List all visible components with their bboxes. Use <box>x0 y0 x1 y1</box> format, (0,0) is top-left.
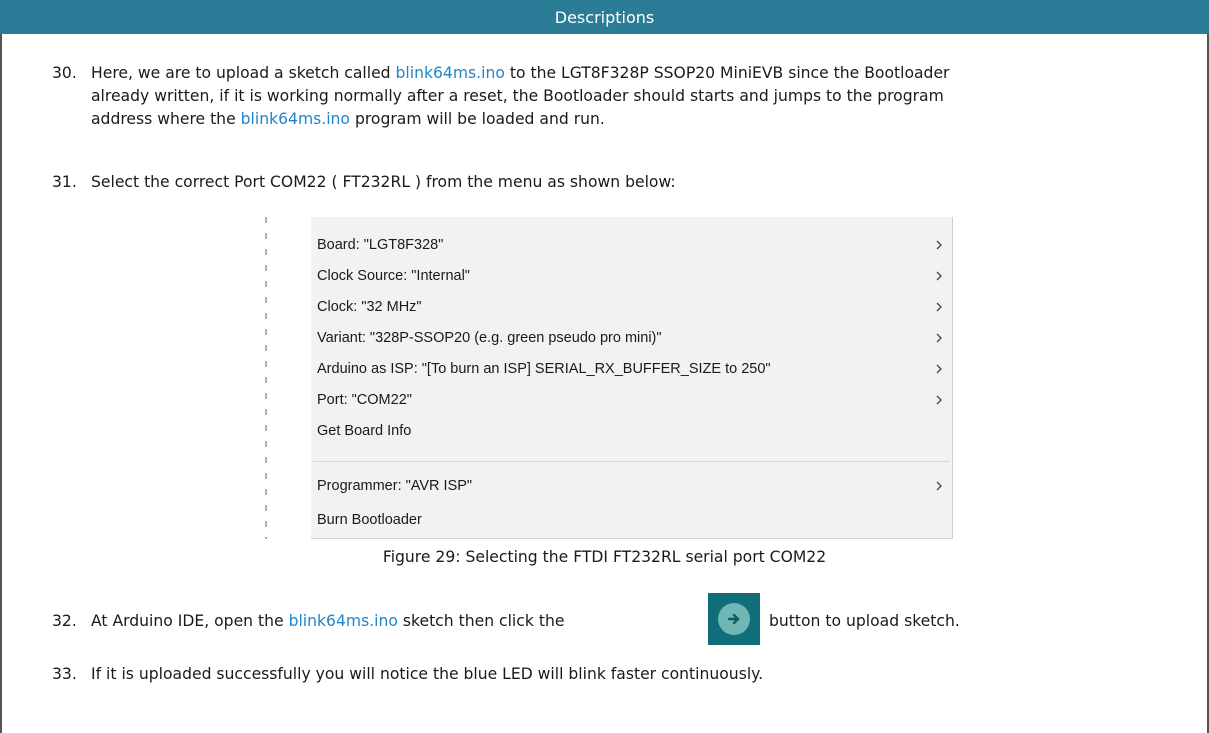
menu-item-port[interactable]: Port: "COM22" <box>317 384 952 416</box>
chevron-right-icon <box>936 364 942 374</box>
step-text: sketch then click the <box>397 612 565 630</box>
menu-item-label: Port: "COM22" <box>317 392 412 408</box>
chevron-right-icon <box>936 240 942 250</box>
menu-item-programmer[interactable]: Programmer: "AVR ISP" <box>317 470 952 502</box>
step-text: At Arduino IDE, open the <box>91 612 289 630</box>
menu-item-label: Clock Source: "Internal" <box>317 268 470 284</box>
step-33: 33. If it is uploaded successfully you w… <box>52 663 1152 686</box>
menu-item-get-board-info[interactable]: Get Board Info <box>317 415 952 447</box>
chevron-right-icon <box>936 271 942 281</box>
menu-item-arduino-as-isp[interactable]: Arduino as ISP: "[To burn an ISP] SERIAL… <box>317 353 952 385</box>
menu-item-label: Burn Bootloader <box>317 512 422 528</box>
chevron-right-icon <box>936 333 942 343</box>
step-number: 31. <box>52 173 77 191</box>
sketch-link[interactable]: blink64ms.ino <box>396 64 505 82</box>
left-border <box>0 34 2 733</box>
step-text: to the LGT8F328P SSOP20 MiniEVB since th… <box>504 64 950 82</box>
section-header: Descriptions <box>0 0 1209 34</box>
step-31: 31. Select the correct Port COM22 ( FT23… <box>52 171 1152 194</box>
menu-item-board[interactable]: Board: "LGT8F328" <box>317 229 952 261</box>
menu-item-label: Board: "LGT8F328" <box>317 237 444 253</box>
step-32-continued: button to upload sketch. <box>769 610 1189 633</box>
menu-item-burn-bootloader[interactable]: Burn Bootloader <box>317 504 952 536</box>
step-text: Here, we are to upload a sketch called <box>91 64 396 82</box>
chevron-right-icon <box>936 481 942 491</box>
menu-item-clock-source[interactable]: Clock Source: "Internal" <box>317 260 952 292</box>
editor-edge <box>265 217 267 539</box>
menu-item-label: Programmer: "AVR ISP" <box>317 478 473 494</box>
upload-circle <box>718 603 750 635</box>
upload-button[interactable] <box>708 593 760 645</box>
step-text: program will be loaded and run. <box>349 110 605 128</box>
menu-item-clock[interactable]: Clock: "32 MHz" <box>317 291 952 323</box>
step-text: already written, if it is working normal… <box>91 87 944 105</box>
step-text: button to upload sketch. <box>769 612 960 630</box>
tools-menu-screenshot: Board: "LGT8F328" Clock Source: "Interna… <box>265 217 955 539</box>
section-title: Descriptions <box>554 7 655 27</box>
step-number: 30. <box>52 64 77 82</box>
arrow-right-circle-icon <box>727 613 740 625</box>
menu-item-label: Arduino as ISP: "[To burn an ISP] SERIAL… <box>317 361 771 377</box>
figure-caption: Figure 29: Selecting the FTDI FT232RL se… <box>382 548 827 566</box>
sketch-link[interactable]: blink64ms.ino <box>289 612 398 630</box>
step-text: address where the <box>91 110 241 128</box>
menu-item-label: Clock: "32 MHz" <box>317 299 422 315</box>
step-number: 32. <box>52 612 77 630</box>
chevron-right-icon <box>936 395 942 405</box>
menu-item-label: Variant: "328P-SSOP20 (e.g. green pseudo… <box>317 330 662 346</box>
tools-menu: Board: "LGT8F328" Clock Source: "Interna… <box>311 217 953 539</box>
menu-separator <box>313 461 950 462</box>
step-30: 30. Here, we are to upload a sketch call… <box>52 62 1152 131</box>
menu-item-label: Get Board Info <box>317 423 412 439</box>
menu-item-variant[interactable]: Variant: "328P-SSOP20 (e.g. green pseudo… <box>317 322 952 354</box>
step-text: Select the correct Port COM22 ( FT232RL … <box>91 173 676 191</box>
step-number: 33. <box>52 665 77 683</box>
chevron-right-icon <box>936 302 942 312</box>
step-text: If it is uploaded successfully you will … <box>91 665 764 683</box>
sketch-link[interactable]: blink64ms.ino <box>241 110 350 128</box>
